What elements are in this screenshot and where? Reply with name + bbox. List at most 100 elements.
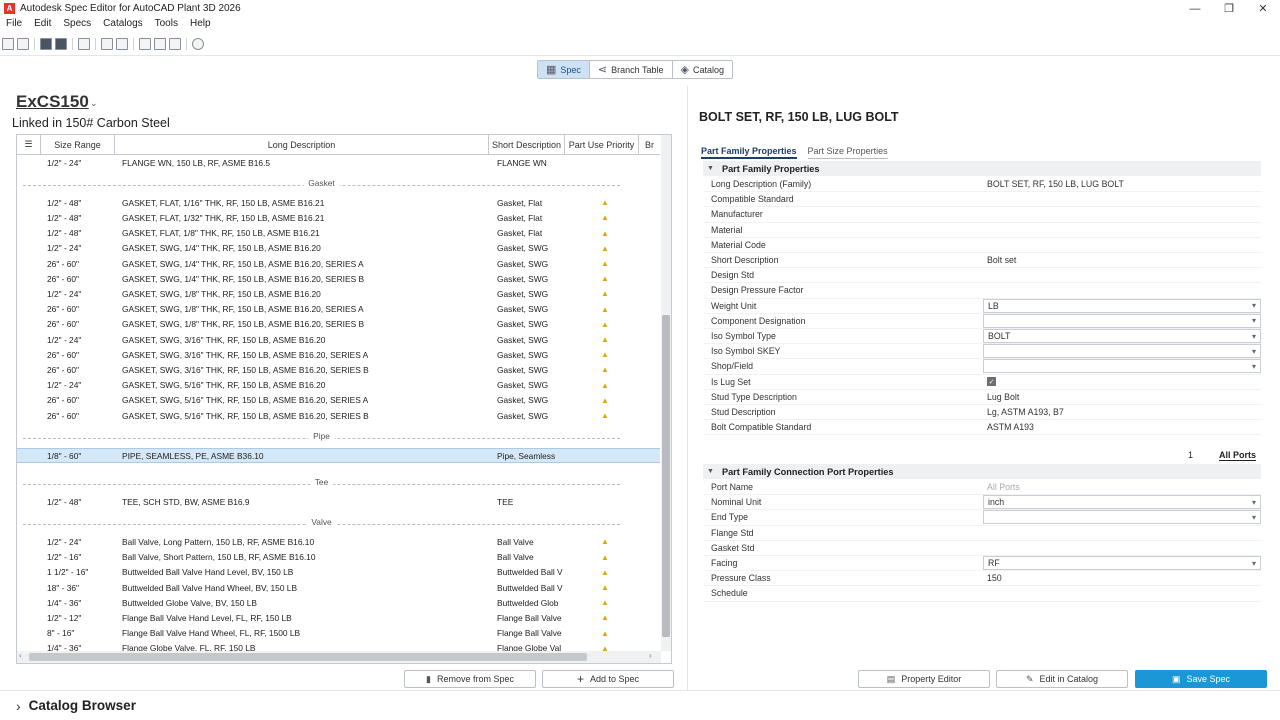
table-row[interactable]: 1/2" - 48" GASKET, FLAT, 1/16" THK, RF, 1… [17, 195, 660, 210]
table-row[interactable]: 1/8" - 60" PIPE, SEAMLESS, PE, ASME B36.1… [17, 448, 660, 464]
tab-part-size-properties[interactable]: Part Size Properties [807, 146, 888, 159]
port-1-tab[interactable]: 1 [1188, 450, 1193, 460]
table-row[interactable]: 1/4" - 36" Buttwelded Globe Valve, BV, 15… [17, 595, 660, 610]
property-dropdown[interactable]: BOLT [983, 329, 1261, 344]
menu-edit[interactable]: Edit [28, 18, 57, 34]
grid-horizontal-scrollbar[interactable]: ‹ › [17, 651, 661, 663]
property-value[interactable]: Bolt set [983, 253, 1261, 267]
restore-button[interactable]: ❐ [1212, 0, 1246, 17]
tab-part-family-properties[interactable]: Part Family Properties [701, 146, 797, 159]
table-row[interactable]: 1/2" - 24" GASKET, SWG, 5/16" THK, RF, 15… [17, 378, 660, 393]
table-row[interactable]: 1/2" - 12" Flange Ball Valve Hand Level, … [17, 610, 660, 625]
new-file-icon[interactable] [2, 38, 14, 50]
property-value[interactable] [983, 268, 1261, 282]
table-row[interactable]: 1/2" - 48" GASKET, FLAT, 1/8" THK, RF, 15… [17, 226, 660, 241]
paste-icon[interactable] [169, 38, 181, 50]
vertical-scroll-thumb[interactable] [662, 315, 670, 637]
copy-icon[interactable] [154, 38, 166, 50]
open-folder-icon[interactable] [17, 38, 29, 50]
table-row[interactable]: 26" - 60" GASKET, SWG, 5/16" THK, RF, 150… [17, 408, 660, 423]
property-editor-button[interactable]: ▤ Property Editor [858, 670, 990, 688]
property-value[interactable]: Lg, ASTM A193, B7 [983, 405, 1261, 419]
col-size-range[interactable]: Size Range [41, 135, 115, 154]
table-row[interactable]: 26" - 60" GASKET, SWG, 3/16" THK, RF, 150… [17, 362, 660, 377]
property-dropdown[interactable]: inch [983, 495, 1261, 510]
catalog-browser-bar[interactable]: › Catalog Browser [0, 690, 1280, 720]
export-icon[interactable] [116, 38, 128, 50]
scroll-right-icon[interactable]: › [649, 651, 652, 660]
table-row[interactable]: 1/2" - 24" FLANGE WN, 150 LB, RF, ASME B1… [17, 155, 660, 170]
grid-vertical-scrollbar[interactable] [661, 135, 671, 651]
property-value[interactable] [983, 586, 1261, 600]
scroll-left-icon[interactable]: ‹ [19, 651, 22, 660]
part-family-section-header[interactable]: ▼ Part Family Properties [703, 161, 1261, 176]
property-value[interactable]: BOLT SET, RF, 150 LB, LUG BOLT [983, 177, 1261, 191]
table-row[interactable]: 1 1/2" - 16" Buttwelded Ball Valve Hand L… [17, 565, 660, 580]
column-menu-icon[interactable]: ☰ [17, 135, 41, 154]
col-short-description[interactable]: Short Description [489, 135, 565, 154]
property-value[interactable]: All Ports [983, 480, 1261, 494]
table-row[interactable]: 26" - 60" GASKET, SWG, 1/4" THK, RF, 150 … [17, 256, 660, 271]
property-dropdown[interactable]: LB [983, 298, 1261, 313]
property-dropdown[interactable] [983, 313, 1261, 328]
menu-specs[interactable]: Specs [57, 18, 97, 34]
property-value[interactable] [983, 238, 1261, 252]
table-row[interactable]: 1/2" - 24" GASKET, SWG, 1/8" THK, RF, 150… [17, 286, 660, 301]
all-ports-tab[interactable]: All Ports [1219, 450, 1257, 461]
save-icon[interactable] [40, 38, 52, 50]
property-value[interactable] [983, 526, 1261, 540]
help-icon[interactable] [192, 38, 204, 50]
property-dropdown[interactable] [983, 359, 1261, 374]
table-row[interactable]: 1/4" - 36" Flange Globe Valve, FL, RF, 15… [17, 641, 660, 651]
menu-file[interactable]: File [0, 18, 28, 34]
chevron-right-icon[interactable]: › [16, 698, 21, 714]
table-row[interactable]: 26" - 60" GASKET, SWG, 1/8" THK, RF, 150 … [17, 317, 660, 332]
horizontal-scroll-thumb[interactable] [29, 653, 587, 661]
menu-help[interactable]: Help [184, 18, 217, 34]
table-row[interactable]: 1/2" - 16" Ball Valve, Short Pattern, 150… [17, 550, 660, 565]
table-row[interactable]: 26" - 60" GASKET, SWG, 5/16" THK, RF, 150… [17, 393, 660, 408]
menu-catalogs[interactable]: Catalogs [97, 18, 148, 34]
col-branch[interactable]: Br [639, 135, 660, 154]
edit-in-catalog-button[interactable]: ✎ Edit in Catalog [996, 670, 1128, 688]
col-part-use-priority[interactable]: Part Use Priority [565, 135, 639, 154]
table-row[interactable]: 26" - 60" GASKET, SWG, 1/4" THK, RF, 150 … [17, 271, 660, 286]
table-row[interactable]: 18" - 36" Buttwelded Ball Valve Hand Whee… [17, 580, 660, 595]
save-all-icon[interactable] [55, 38, 67, 50]
table-row[interactable]: 1/2" - 48" GASKET, FLAT, 1/32" THK, RF, 1… [17, 210, 660, 225]
table-row[interactable]: 1/2" - 24" Ball Valve, Long Pattern, 150 … [17, 534, 660, 549]
property-value[interactable] [983, 207, 1261, 221]
group-header[interactable]: Valve [23, 513, 620, 528]
minimize-button[interactable]: — [1178, 0, 1212, 17]
property-dropdown[interactable]: RF [983, 556, 1261, 571]
table-row[interactable]: 26" - 60" GASKET, SWG, 1/8" THK, RF, 150 … [17, 302, 660, 317]
group-header[interactable]: Tee [23, 473, 620, 488]
group-header[interactable]: Pipe [23, 427, 620, 442]
spec-name[interactable]: ExCS150 [16, 92, 89, 112]
close-button[interactable]: ✕ [1246, 0, 1280, 17]
property-checkbox[interactable]: ✓ [983, 375, 1261, 389]
branch-table-view-button[interactable]: ⋖ Branch Table [590, 61, 673, 78]
table-row[interactable]: 1/2" - 24" GASKET, SWG, 3/16" THK, RF, 15… [17, 332, 660, 347]
spec-view-button[interactable]: ▦ Spec [538, 61, 590, 78]
checkmark-icon[interactable]: ✓ [987, 377, 996, 387]
table-row[interactable]: 1/2" - 24" GASKET, SWG, 1/4" THK, RF, 150… [17, 241, 660, 256]
import-icon[interactable] [101, 38, 113, 50]
col-long-description[interactable]: Long Description [115, 135, 489, 154]
property-value[interactable] [983, 283, 1261, 297]
remove-from-spec-button[interactable]: ▮ Remove from Spec [404, 670, 536, 688]
add-to-spec-button[interactable]: + Add to Spec [542, 670, 674, 688]
table-row[interactable]: 26" - 60" GASKET, SWG, 3/16" THK, RF, 150… [17, 347, 660, 362]
catalog-view-button[interactable]: ◈ Catalog [673, 61, 733, 78]
property-value[interactable]: ASTM A193 [983, 420, 1261, 434]
property-value[interactable]: Lug Bolt [983, 390, 1261, 404]
delete-icon[interactable] [139, 38, 151, 50]
property-value[interactable] [983, 192, 1261, 206]
property-value[interactable] [983, 541, 1261, 555]
table-row[interactable]: 8" - 16" Flange Ball Valve Hand Wheel, FL… [17, 626, 660, 641]
menu-tools[interactable]: Tools [149, 18, 184, 34]
property-value[interactable] [983, 223, 1261, 237]
port-section-header[interactable]: ▼ Part Family Connection Port Properties [703, 464, 1261, 479]
spec-dropdown-icon[interactable]: ⌄ [90, 98, 98, 109]
print-icon[interactable] [78, 38, 90, 50]
